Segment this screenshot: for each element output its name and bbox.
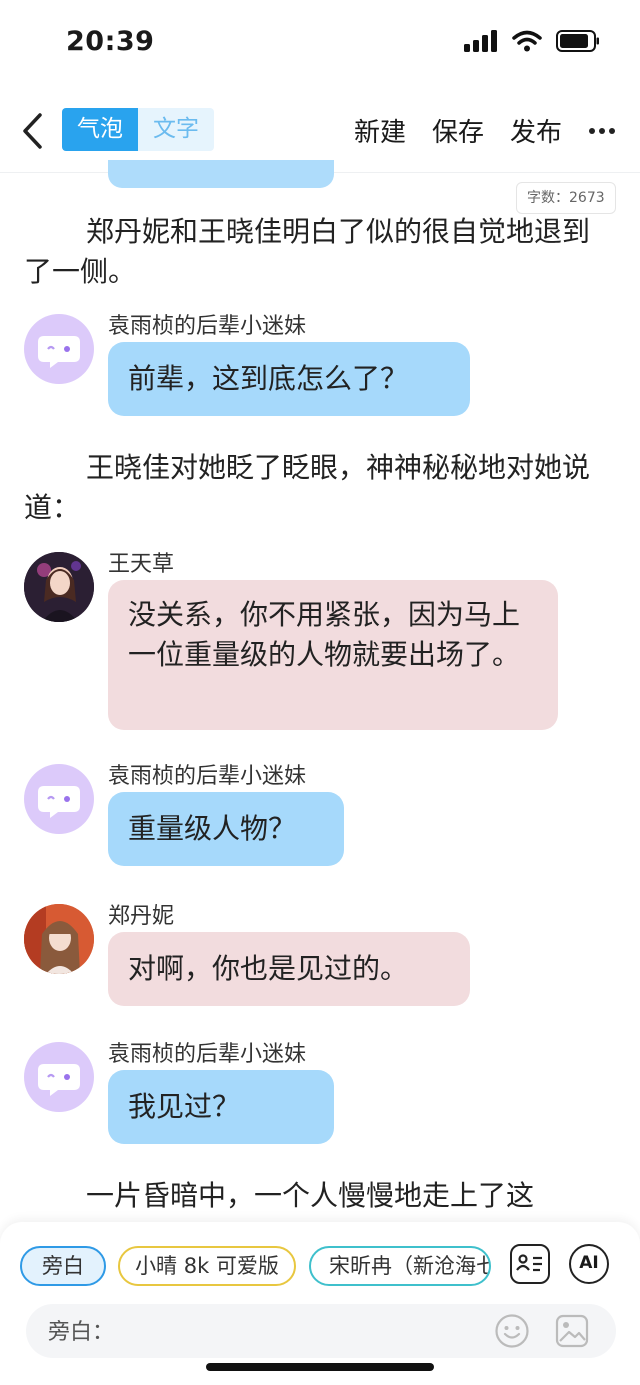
role-chip-character[interactable]: 宋昕冉（新沧海七	[309, 1246, 491, 1286]
chat-bubble-icon	[38, 786, 80, 818]
publish-button[interactable]: 发布	[510, 112, 562, 149]
chat-bubble-icon	[38, 336, 80, 368]
save-button[interactable]: 保存	[432, 112, 484, 149]
partial-bubble	[108, 160, 334, 188]
user-photo-icon	[24, 904, 94, 974]
tab-bubble[interactable]: 气泡	[62, 108, 138, 151]
role-chip-character[interactable]: 小晴 8k 可爱版	[118, 1246, 296, 1286]
sender-name: 袁雨桢的后辈小迷妹	[108, 764, 307, 789]
user-photo-icon	[24, 552, 94, 622]
composer-panel: 旁白 小晴 8k 可爱版 宋昕冉（新沧海七 AI 旁白：	[0, 1222, 640, 1385]
message-bubble[interactable]: 我见过？	[108, 1070, 334, 1144]
mode-switch: 气泡 文字	[62, 108, 214, 151]
sender-name: 袁雨桢的后辈小迷妹	[108, 314, 307, 339]
message-bubble[interactable]: 重量级人物？	[108, 792, 344, 866]
word-count-badge: 字数：2673	[516, 182, 616, 214]
signal-icon	[464, 30, 497, 52]
image-icon[interactable]	[554, 1313, 590, 1349]
narration-paragraph[interactable]: 王晓佳对她眨了眨眼，神神秘秘地对她说道：	[24, 448, 604, 528]
sender-name: 王天草	[108, 552, 175, 577]
nav-actions: 新建 保存 发布	[354, 112, 616, 149]
message-bubble[interactable]: 没关系，你不用紧张，因为马上一位重量级的人物就要出场了。	[108, 580, 558, 730]
role-chip-narration[interactable]: 旁白	[20, 1246, 106, 1286]
input-label: 旁白：	[48, 1320, 115, 1345]
new-button[interactable]: 新建	[354, 112, 406, 149]
sender-name: 袁雨桢的后辈小迷妹	[108, 1042, 307, 1067]
message-bubble[interactable]: 前辈，这到底怎么了？	[108, 342, 470, 416]
home-indicator	[206, 1363, 434, 1371]
tab-text[interactable]: 文字	[138, 108, 214, 151]
top-nav: 气泡 文字 新建 保存 发布	[0, 100, 640, 160]
battery-icon	[556, 30, 599, 52]
avatar[interactable]	[24, 552, 94, 622]
wifi-icon	[512, 30, 542, 52]
sender-name: 郑丹妮	[108, 904, 175, 929]
avatar[interactable]	[24, 1042, 94, 1112]
avatar[interactable]	[24, 764, 94, 834]
status-icons	[464, 30, 600, 52]
chat-bubble-icon	[38, 1064, 80, 1096]
more-menu-icon[interactable]	[588, 112, 616, 149]
avatar[interactable]	[24, 904, 94, 974]
clock: 20:39	[66, 26, 155, 57]
emoji-icon[interactable]	[494, 1313, 530, 1349]
ai-button[interactable]: AI	[569, 1244, 609, 1284]
contact-card-icon[interactable]	[510, 1244, 550, 1284]
message-bubble[interactable]: 对啊，你也是见过的。	[108, 932, 470, 1006]
narration-paragraph[interactable]: 郑丹妮和王晓佳明白了似的很自觉地退到了一侧。	[24, 212, 604, 292]
avatar[interactable]	[24, 314, 94, 384]
narration-input[interactable]: 旁白：	[26, 1304, 616, 1358]
back-arrow-icon[interactable]	[20, 112, 44, 150]
narration-paragraph[interactable]: 一片昏暗中，一个人慢慢地走上了这	[24, 1176, 604, 1216]
status-bar: 20:39	[0, 0, 640, 90]
